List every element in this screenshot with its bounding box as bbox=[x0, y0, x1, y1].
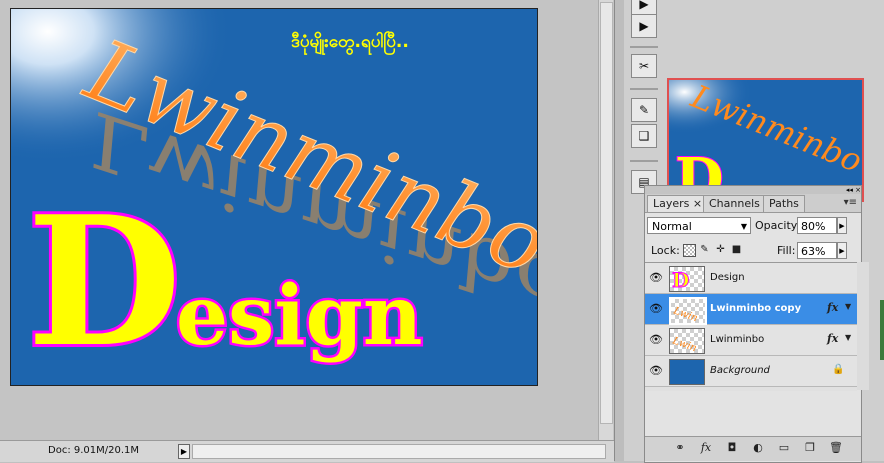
artwork: Lwinminbo Lwinminbo ဒီပုံမျိုးတွေ.ရပါပြီ… bbox=[11, 9, 537, 385]
fx-effects-icon[interactable]: fx bbox=[827, 332, 838, 345]
layer-thumbnail: D bbox=[669, 266, 705, 292]
dock-divider bbox=[630, 46, 658, 48]
canvas-vertical-scrollbar[interactable] bbox=[598, 0, 613, 440]
panel-tabs: Layers × Channels Paths ▾≡ bbox=[645, 194, 861, 213]
layers-panel: ◂◂ × Layers × Channels Paths ▾≡ Normal ▼… bbox=[644, 185, 869, 463]
eye-visibility-icon[interactable]: 👁 bbox=[649, 364, 663, 377]
fill-slider-arrow-icon[interactable]: ▶ bbox=[837, 242, 847, 259]
eye-visibility-icon[interactable]: 👁 bbox=[649, 271, 663, 284]
brushes-icon[interactable]: ✎ bbox=[631, 98, 657, 122]
document-canvas[interactable]: Lwinminbo Lwinminbo ဒီပုံမျိုးတွေ.ရပါပြီ… bbox=[10, 8, 538, 386]
layer-thumbnail: Lwin bbox=[669, 328, 705, 354]
eye-visibility-icon[interactable]: 👁 bbox=[649, 302, 663, 315]
clone-source-icon[interactable]: ❑ bbox=[631, 124, 657, 148]
design-rest: esign bbox=[176, 268, 422, 364]
tab-channels[interactable]: Channels bbox=[703, 195, 766, 212]
scroll-thumb[interactable] bbox=[600, 2, 613, 424]
status-bar: Doc: 9.01M/20.1M ▶ bbox=[0, 440, 614, 462]
status-menu-arrow-icon[interactable]: ▶ bbox=[178, 444, 190, 459]
layer-name: Background bbox=[710, 365, 770, 376]
link-layers-icon[interactable]: ⚭ bbox=[673, 441, 687, 455]
canvas-area: Lwinminbo Lwinminbo ဒီပုံမျိုးတွေ.ရပါပြီ… bbox=[0, 0, 614, 440]
layer-name: Design bbox=[710, 272, 745, 283]
new-group-icon[interactable]: ▭ bbox=[777, 441, 791, 455]
layer-thumbnail: Lwin bbox=[669, 297, 707, 325]
layer-thumbnail bbox=[669, 359, 705, 385]
expand-effects-icon[interactable]: ▼ bbox=[845, 333, 851, 342]
new-layer-icon[interactable]: ❐ bbox=[803, 441, 817, 455]
fill-label: Fill: bbox=[777, 244, 796, 257]
blend-mode-value: Normal bbox=[652, 220, 692, 233]
add-layer-style-icon[interactable]: fx bbox=[699, 441, 713, 455]
layer-lock-icon: 🔒 bbox=[832, 364, 845, 375]
doc-size-text: Doc: 9.01M/20.1M bbox=[48, 445, 140, 456]
fx-effects-icon[interactable]: fx bbox=[827, 301, 838, 314]
panel-collapse-bar[interactable]: ◂◂ × bbox=[645, 186, 861, 194]
opacity-field[interactable]: 80% bbox=[797, 217, 837, 234]
svg-text:Lwin: Lwin bbox=[670, 335, 698, 353]
layer-thumb-art: D bbox=[672, 268, 690, 292]
tool-presets-icon[interactable]: ✂ bbox=[631, 54, 657, 78]
layer-thumb-art: Lwin bbox=[671, 305, 699, 323]
layers-footer: ⚭ fx ◘ ◐ ▭ ❐ 🗑 bbox=[645, 436, 861, 461]
dock-divider bbox=[630, 88, 658, 90]
layer-row-background[interactable]: 👁 Background 🔒 bbox=[645, 356, 857, 387]
background-edge bbox=[880, 300, 884, 360]
delete-layer-icon[interactable]: 🗑 bbox=[829, 441, 843, 455]
dock-divider bbox=[630, 160, 658, 162]
layer-row-design[interactable]: 👁 D Design bbox=[645, 263, 857, 294]
horizontal-scrollbar[interactable] bbox=[192, 444, 606, 459]
add-mask-icon[interactable]: ◘ bbox=[725, 441, 739, 455]
lock-paint-brush-icon[interactable]: ✎ bbox=[699, 244, 710, 255]
eye-visibility-icon[interactable]: 👁 bbox=[649, 333, 663, 346]
layer-name: Lwinminbo bbox=[710, 334, 765, 345]
lock-transparent-icon[interactable] bbox=[683, 244, 696, 257]
design-big-d: D bbox=[27, 177, 181, 385]
lock-position-move-icon[interactable]: ✛ bbox=[715, 244, 726, 255]
layer-row-lwinminbo[interactable]: 👁 Lwin Lwinminbo fx ▼ bbox=[645, 325, 857, 356]
layers-scrollbar[interactable] bbox=[857, 262, 869, 390]
chevron-down-icon: ▼ bbox=[740, 222, 747, 231]
navigator-thumbnail[interactable]: Lwinminbo D bbox=[667, 78, 864, 202]
new-adjustment-layer-icon[interactable]: ◐ bbox=[751, 441, 765, 455]
layers-list: 👁 D Design 👁 Lwin Lwinminbo copy fx ▼ 👁 … bbox=[645, 262, 857, 391]
opacity-slider-arrow-icon[interactable]: ▶ bbox=[837, 217, 847, 234]
lock-label: Lock: bbox=[651, 244, 680, 257]
blend-mode-select[interactable]: Normal ▼ bbox=[647, 217, 751, 234]
svg-text:Lwin: Lwin bbox=[671, 305, 699, 323]
expand-effects-icon[interactable]: ▼ bbox=[845, 302, 851, 311]
fill-field[interactable]: 63% bbox=[797, 242, 837, 259]
navigator-preview: Lwinminbo D bbox=[669, 80, 862, 200]
layer-row-lwinminbo-copy[interactable]: 👁 Lwin Lwinminbo copy fx ▼ bbox=[645, 294, 857, 325]
opacity-label: Opacity: bbox=[755, 219, 801, 232]
actions-icon[interactable]: ▶ bbox=[631, 14, 657, 38]
svg-text:D: D bbox=[672, 268, 689, 291]
panel-menu-icon[interactable]: ▾≡ bbox=[844, 197, 857, 208]
layer-name: Lwinminbo copy bbox=[710, 303, 802, 314]
tab-layers[interactable]: Layers × bbox=[647, 195, 709, 212]
lock-all-icon[interactable]: ■ bbox=[731, 244, 742, 255]
tab-paths[interactable]: Paths bbox=[763, 195, 805, 212]
layer-thumb-art: Lwin bbox=[670, 335, 698, 353]
